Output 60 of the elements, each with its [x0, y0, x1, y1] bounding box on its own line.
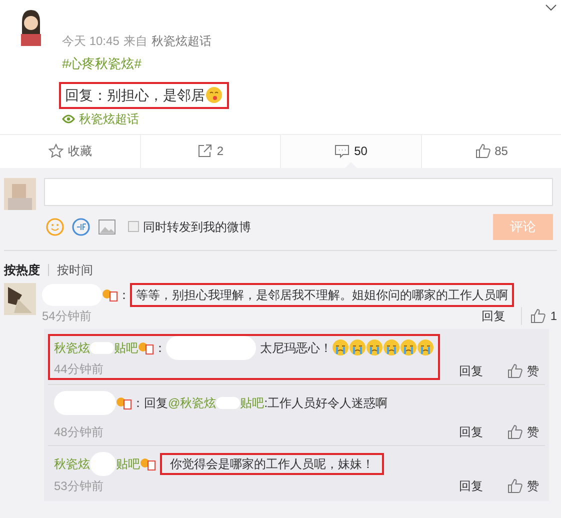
badge-icon — [138, 340, 154, 354]
crying-emoji-icon — [383, 339, 400, 356]
repost-label: 同时转发到我的微博 — [143, 218, 251, 236]
reply-prefix: ：回复 — [132, 394, 168, 412]
comment-input[interactable] — [44, 178, 553, 206]
colon: ： — [154, 340, 166, 356]
star-icon — [48, 143, 64, 159]
gif-icon[interactable] — [72, 218, 90, 236]
like-button[interactable]: 1 — [521, 306, 557, 324]
reply-link[interactable]: 回复 — [459, 476, 483, 494]
comment-time: 54分钟前 — [42, 308, 92, 324]
eye-icon — [62, 114, 75, 124]
crying-emoji-icon — [332, 339, 349, 356]
reply-link[interactable]: 回复 — [459, 422, 483, 440]
like-button[interactable]: 赞 — [507, 476, 539, 494]
smiley-icon[interactable] — [46, 218, 64, 236]
thumbs-up-icon — [507, 478, 523, 494]
post-time: 今天 10:45 — [62, 33, 120, 50]
post-text: 回复：别担心，是邻居 — [65, 86, 205, 104]
badge-icon — [102, 288, 118, 302]
crying-emoji-icon — [366, 339, 383, 356]
thumbs-up-icon — [507, 362, 523, 378]
reply-link[interactable]: 回复 — [481, 306, 506, 324]
reply-time: 48分钟前 — [54, 424, 104, 440]
like-button[interactable]: 赞 — [507, 362, 539, 380]
reply-text: 太尼玛恶心！ — [260, 340, 332, 356]
user-avatar — [4, 178, 36, 210]
reply-author: 秋瓷炫 — [54, 456, 90, 472]
reply-time: 53分钟前 — [54, 478, 104, 494]
comment-icon — [334, 143, 350, 159]
share-icon — [196, 143, 213, 159]
redaction-blob — [42, 284, 102, 306]
chevron-down-icon — [545, 4, 557, 12]
thumbs-up-icon — [530, 308, 546, 324]
sort-tab[interactable]: 按时间 — [57, 260, 93, 278]
source-label: 来自 — [123, 33, 148, 50]
crying-emoji-icon — [400, 339, 417, 356]
reply-link[interactable]: 回复 — [459, 362, 483, 380]
reply-author: 秋瓷炫 — [54, 340, 90, 356]
reply-text: :工作人员好令人迷惑啊 — [264, 394, 388, 412]
thumbs-up-icon — [507, 424, 523, 440]
reply-time: 44分钟前 — [54, 360, 104, 378]
crying-emoji-icon — [417, 339, 434, 356]
source-link[interactable]: 秋瓷炫超话 — [151, 32, 212, 50]
badge-icon — [116, 396, 132, 410]
thumbs-up-icon — [474, 143, 491, 159]
comment-text: 等等，别担心我理解，是邻居我不理解。姐姐你问的哪家的工作人员啊 — [136, 286, 508, 304]
reply-author-suffix: 贴吧 — [116, 456, 140, 472]
mention-suffix: 贴吧 — [240, 394, 264, 412]
sort-tab[interactable]: 按热度 — [4, 260, 40, 278]
reply-text: 你觉得会是哪家的工作人员呢，妹妹！ — [170, 456, 374, 472]
redaction-blob — [54, 390, 116, 414]
crying-emoji-icon — [349, 339, 366, 356]
commenter-avatar — [4, 282, 36, 314]
colon: ： — [118, 286, 130, 304]
image-icon[interactable] — [98, 218, 116, 234]
reply-author-suffix: 贴吧 — [114, 340, 138, 356]
smiley-emoji-icon — [205, 86, 223, 104]
badge-icon — [140, 456, 156, 470]
like-button[interactable]: 赞 — [507, 422, 539, 440]
